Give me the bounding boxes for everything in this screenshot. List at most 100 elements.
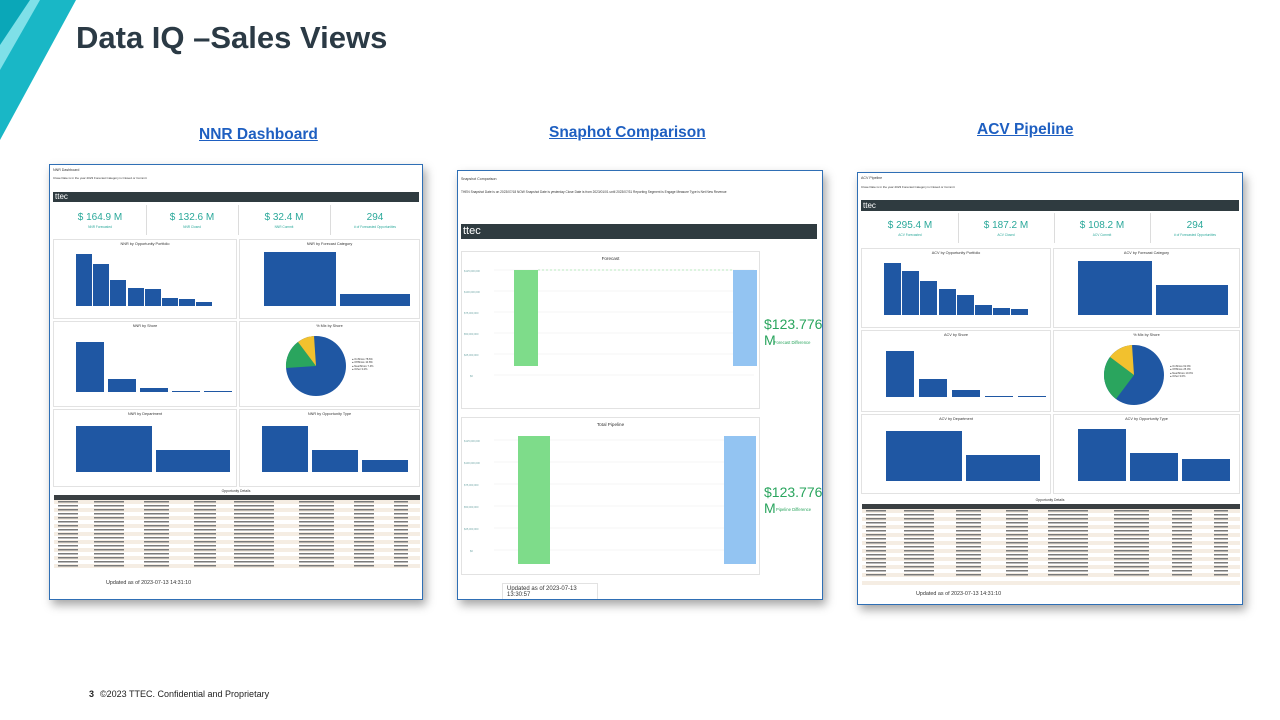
bar[interactable] — [920, 281, 938, 315]
acv-portfolio-panel[interactable]: ACV by Opportunity Portfolio — [861, 248, 1051, 328]
nnr-logo-bar: ttec — [53, 192, 419, 202]
snap-header: Snapshot Comparison — [461, 177, 497, 181]
nnr-mix-panel[interactable]: % Mix by Shore ● OnShore 78.6% ● OffShore… — [239, 321, 420, 407]
bar[interactable] — [938, 289, 956, 315]
kpi-label: NNR Closed — [183, 225, 201, 229]
nnr-header: NNR Dashboard — [53, 168, 80, 172]
acv-logo-bar: ttec — [861, 200, 1239, 211]
nnr-dashboard-screenshot[interactable]: NNR Dashboard Close Date is in the year … — [49, 164, 423, 600]
bar[interactable] — [956, 295, 974, 315]
nnr-department-panel[interactable]: NNR by Department — [53, 409, 237, 487]
bar[interactable] — [93, 264, 110, 306]
bar[interactable] — [902, 271, 920, 315]
forecast-cat-bars — [1078, 255, 1229, 315]
acv-forecast-cat-panel[interactable]: ACV by Forecast Category — [1053, 248, 1240, 328]
bar[interactable] — [886, 351, 914, 397]
forecast-waterfall-chart[interactable]: $125,000,000 $100,000,000 $75,000,000 $50,… — [462, 252, 761, 410]
department-bars — [76, 416, 231, 472]
bar[interactable] — [140, 388, 168, 392]
opp-type-bars — [262, 416, 409, 472]
slide-footer: 3 ©2023 TTEC. Confidential and Proprietar… — [89, 689, 269, 699]
link-acv-pipeline[interactable]: ACV Pipeline — [977, 121, 1073, 139]
forecast-difference-caption: Forecast Difference — [774, 340, 811, 345]
nnr-forecast-cat-panel[interactable]: NNR by Forecast Category — [239, 239, 420, 319]
bar[interactable] — [1018, 396, 1046, 397]
acv-mix-panel[interactable]: % Mix by Shore ● OnShore 62.0% ● OffShore… — [1053, 330, 1240, 412]
bar[interactable] — [1182, 459, 1230, 481]
opportunity-table[interactable] — [862, 509, 1240, 589]
panel-title: ACV by Department — [939, 417, 973, 421]
forecast-waterfall-panel[interactable]: Forecast $125,000,000 $100,000,000 $75,000… — [461, 251, 760, 409]
bar[interactable] — [1130, 453, 1178, 481]
bar[interactable] — [264, 252, 336, 306]
bar[interactable] — [993, 308, 1011, 315]
pie-legend: ● OnShore 62.0% ● OffShore 25.0% ● NearSho… — [1170, 365, 1193, 379]
bar[interactable] — [362, 460, 408, 472]
opportunity-table[interactable] — [54, 500, 420, 576]
snap-updated-timestamp: Updated as of 2023-07-13 13:30:57 — [502, 583, 598, 599]
slide: Data IQ –Sales Views NNR Dashboard Snaph… — [0, 0, 1280, 720]
kpi-label: NNR Commit — [274, 225, 294, 229]
bar[interactable] — [262, 426, 308, 472]
table-rows — [862, 509, 1240, 585]
pipeline-waterfall-panel[interactable]: Total Pipeline $125,000,000 $100,000,000 $… — [461, 417, 760, 575]
bar[interactable] — [127, 288, 144, 306]
bar[interactable] — [919, 379, 947, 397]
bar[interactable] — [340, 294, 410, 306]
acv-kpi-forecasted: $ 295.4 M ACV Forecasted — [863, 220, 957, 237]
acv-department-panel[interactable]: ACV by Department — [861, 414, 1051, 494]
kpi-value: $ 295.4 M — [887, 220, 933, 231]
bar[interactable] — [196, 302, 213, 306]
bar[interactable] — [1078, 261, 1152, 315]
kpi-label: ACV Commit — [1092, 233, 1112, 237]
bar[interactable] — [161, 298, 178, 306]
bar[interactable] — [76, 342, 104, 392]
bar[interactable] — [172, 391, 200, 392]
acv-filter: Close Date is in the year 2023 Forecast … — [861, 185, 955, 189]
snapshot-comparison-screenshot[interactable]: Snapshot Comparison THEN Snapshot Date i… — [457, 170, 823, 600]
pipeline-waterfall-chart[interactable]: $125,000,000 $100,000,000 $75,000,000 $50,… — [462, 418, 761, 576]
svg-text:$50,000,000: $50,000,000 — [464, 332, 479, 336]
bar[interactable] — [886, 431, 962, 481]
acv-opp-type-panel[interactable]: ACV by Opportunity Type — [1053, 414, 1240, 494]
nnr-shore-panel[interactable]: NNR by Shore — [53, 321, 237, 407]
svg-text:$125,000,000: $125,000,000 — [464, 439, 480, 443]
acv-shore-panel[interactable]: ACV by Shore — [861, 330, 1051, 412]
bar[interactable] — [952, 390, 980, 397]
shore-pie-chart[interactable] — [1102, 343, 1166, 407]
svg-text:$50,000,000: $50,000,000 — [464, 505, 479, 509]
bar[interactable] — [312, 450, 358, 472]
bar[interactable] — [1156, 285, 1228, 315]
bar[interactable] — [1078, 429, 1126, 481]
bar[interactable] — [110, 280, 127, 306]
nnr-opp-type-panel[interactable]: NNR by Opportunity Type — [239, 409, 420, 487]
svg-text:$0: $0 — [470, 549, 473, 553]
bar[interactable] — [108, 379, 136, 392]
bar[interactable] — [156, 450, 230, 472]
link-snapshot-comparison[interactable]: Snaphot Comparison — [549, 124, 706, 142]
corner-decoration — [0, 0, 76, 140]
svg-text:$125,000,000: $125,000,000 — [464, 269, 480, 273]
shore-pie-chart[interactable] — [284, 334, 348, 398]
opp-type-bars — [1078, 423, 1231, 481]
shore-bars — [76, 328, 233, 392]
bar[interactable] — [985, 395, 1013, 397]
link-nnr-dashboard[interactable]: NNR Dashboard — [199, 126, 318, 144]
portfolio-bars — [76, 246, 214, 306]
bar[interactable] — [974, 305, 992, 315]
bar[interactable] — [884, 263, 901, 315]
bar[interactable] — [1011, 309, 1029, 315]
bar[interactable] — [966, 455, 1040, 481]
ttec-logo: ttec — [463, 225, 481, 237]
kpi-value: $ 108.2 M — [1079, 220, 1125, 231]
bar[interactable] — [179, 299, 196, 306]
bar[interactable] — [76, 254, 92, 306]
pipeline-difference-caption: Pipeline Difference — [776, 507, 812, 512]
table-title: Opportunity Details — [1035, 498, 1065, 502]
bar[interactable] — [204, 391, 232, 392]
bar[interactable] — [144, 289, 161, 306]
bar[interactable] — [76, 426, 152, 472]
nnr-portfolio-panel[interactable]: NNR by Opportunity Portfolio — [53, 239, 237, 319]
acv-pipeline-screenshot[interactable]: ACV Pipeline Close Date is in the year 2… — [857, 172, 1243, 605]
table-title: Opportunity Details — [221, 489, 251, 493]
